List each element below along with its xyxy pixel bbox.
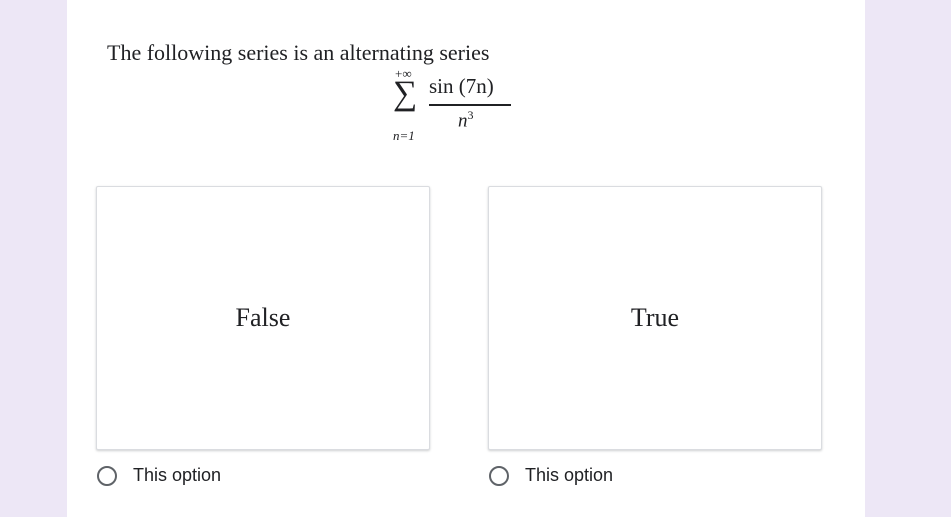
option-text-false: False (235, 303, 291, 332)
question-card: The following series is an alternating s… (67, 0, 865, 517)
fraction-bar (429, 104, 511, 106)
radio-label: This option (133, 465, 222, 485)
option-text-true: True (630, 303, 680, 332)
radio-button-icon[interactable] (489, 465, 509, 486)
question-text: The following series is an alternating s… (107, 40, 490, 65)
option-card-false[interactable]: False (96, 186, 430, 450)
denominator-base: n (458, 110, 468, 132)
radio-button-icon[interactable] (97, 465, 117, 486)
option-card-true[interactable]: True (488, 186, 822, 450)
radio-option-false[interactable]: This option (97, 465, 221, 486)
radio-label: This option (525, 465, 614, 485)
sigma-symbol: ∑ (393, 75, 418, 112)
series-formula: +∞ ∑ n=1 sin (7n) n3 (391, 66, 521, 146)
radio-option-true[interactable]: This option (489, 465, 613, 486)
denominator-exponent: 3 (467, 108, 474, 122)
fraction-numerator: sin (7n) (429, 74, 494, 98)
fraction-denominator: n3 (458, 108, 474, 132)
sum-lower-limit: n=1 (393, 128, 415, 143)
